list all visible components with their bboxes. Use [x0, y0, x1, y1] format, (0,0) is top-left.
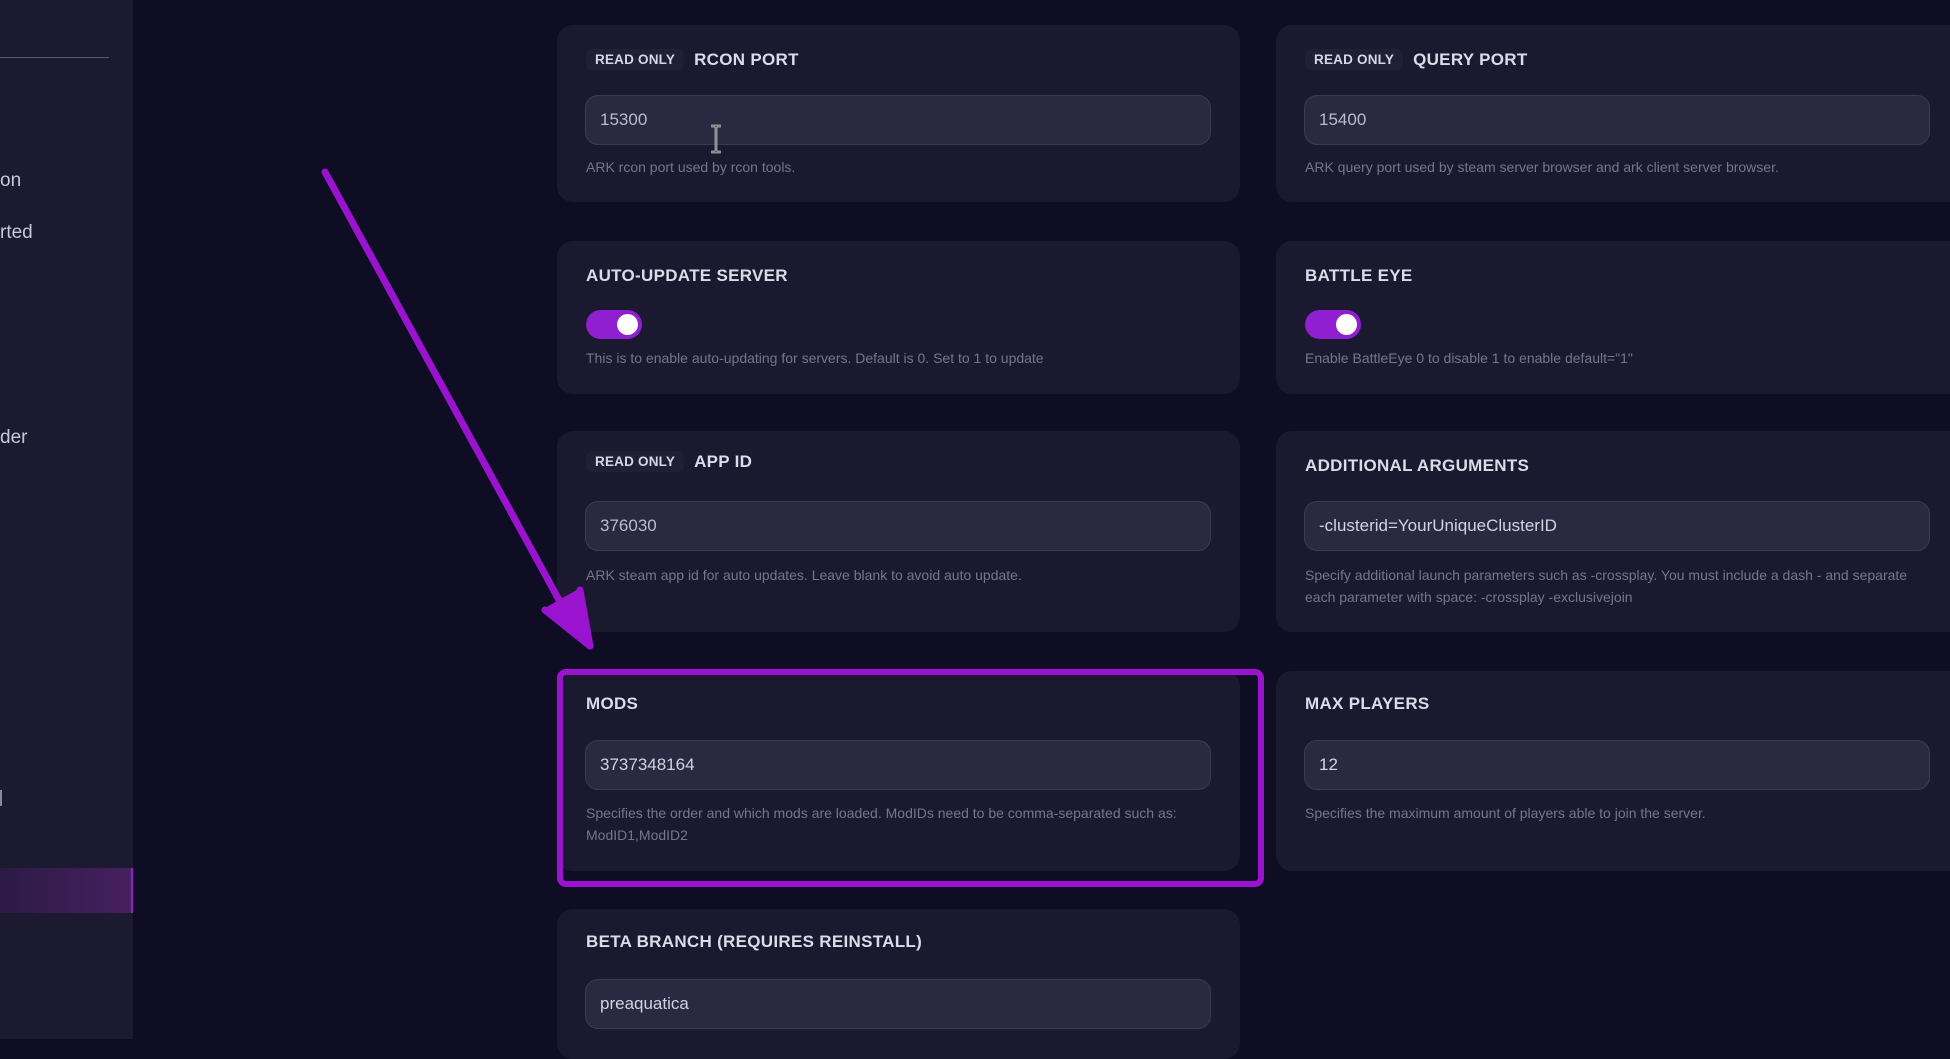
text-cursor-icon — [711, 124, 721, 154]
annotation-arrow-icon — [321, 168, 594, 650]
